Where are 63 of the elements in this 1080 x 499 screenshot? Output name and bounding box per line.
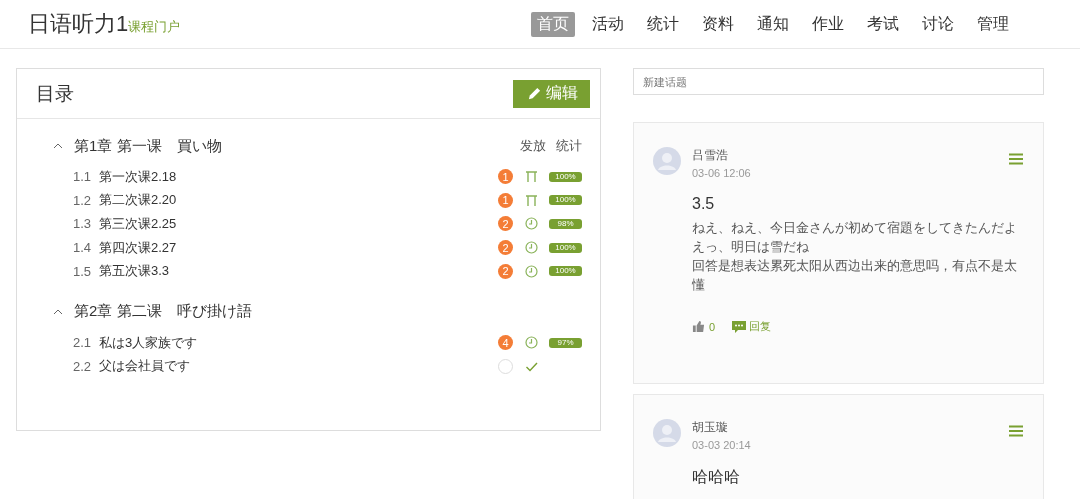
post-title: 哈哈哈 <box>692 467 741 487</box>
gate-icon <box>525 193 538 207</box>
count-badge: 2 <box>498 216 513 232</box>
new-topic-field[interactable]: 新建话题 <box>633 68 1044 95</box>
post-title: 3.5 <box>692 195 716 213</box>
section-title[interactable]: 父は会社員です <box>99 357 498 376</box>
avatar-icon <box>653 147 681 175</box>
percent-badge: 100% <box>549 242 582 253</box>
post-time: 03-06 12:06 <box>692 167 752 179</box>
section-number: 1.3 <box>73 216 93 232</box>
nav-tab[interactable]: 统计 <box>641 11 685 37</box>
column-header: 发放 <box>520 137 546 155</box>
nav-tab[interactable]: 通知 <box>751 11 795 37</box>
percent-badge: 97% <box>549 337 582 348</box>
count-badge: 2 <box>498 263 513 279</box>
percent-badge: 100% <box>549 266 582 277</box>
chapter-title[interactable]: 第2章 第二课 呼び掛け語 <box>74 302 582 322</box>
catalog-title: 目录 <box>36 81 74 106</box>
nav-tab[interactable]: 作业 <box>806 11 850 37</box>
percent-badge: 98% <box>549 219 582 229</box>
clock-icon <box>525 336 538 350</box>
gate-icon <box>525 170 538 184</box>
nav-tab[interactable]: 考试 <box>861 11 905 37</box>
pencil-icon <box>527 86 542 101</box>
section-number: 1.4 <box>73 240 93 256</box>
nav-tab[interactable]: 资料 <box>696 11 740 37</box>
nav-tab[interactable]: 管理 <box>971 11 1015 37</box>
section-number: 2.1 <box>73 335 93 351</box>
section-title[interactable]: 第四次课2.27 <box>99 238 498 257</box>
section-number: 1.1 <box>73 169 93 185</box>
thumbs-up-icon <box>692 320 705 333</box>
percent-badge: 100% <box>549 195 582 206</box>
post-body: ねえ、ねえ、今日金さんが初めて宿題をしてきたんだよ えっ、明日は雪だね 回答是想表达累死太阳从西边出来的意思吗，有点不是太懂 <box>692 220 1018 294</box>
count-badge: 4 <box>498 335 513 351</box>
section-title[interactable]: 第五次课3.3 <box>99 262 498 281</box>
percent-badge: 100% <box>549 171 582 182</box>
clock-icon <box>525 241 538 255</box>
caret-icon[interactable] <box>53 308 63 315</box>
course-title: 日语听力1 <box>28 10 129 38</box>
avatar-icon <box>653 419 681 447</box>
section-number: 2.2 <box>73 358 93 374</box>
post-time: 03-03 20:14 <box>692 439 752 451</box>
chapter-title[interactable]: 第1章 第一课 買い物 <box>74 136 520 156</box>
section-title[interactable]: 第二次课2.20 <box>99 191 498 210</box>
author-name: 吕雪浩 <box>692 147 729 164</box>
speech-bubble-icon <box>732 319 747 334</box>
caret-icon[interactable] <box>53 143 63 149</box>
section-title[interactable]: 第三次课2.25 <box>99 215 498 233</box>
author-name: 胡玉璇 <box>692 419 729 436</box>
clock-icon <box>525 217 538 231</box>
column-header: 统计 <box>556 137 582 155</box>
nav-tab[interactable]: 活动 <box>586 11 630 37</box>
count-badge: 1 <box>498 192 513 208</box>
section-number: 1.2 <box>73 192 93 208</box>
count-badge: 2 <box>498 240 513 256</box>
menu-icon[interactable] <box>1009 425 1023 437</box>
nav-tab[interactable]: 讨论 <box>916 11 960 37</box>
section-number: 1.5 <box>73 263 93 279</box>
section-title[interactable]: 第一次课2.18 <box>99 167 498 186</box>
clock-icon <box>525 264 538 278</box>
menu-icon[interactable] <box>1009 153 1023 165</box>
section-title[interactable]: 私は3人家族です <box>99 333 498 352</box>
count-badge: 1 <box>498 169 513 185</box>
